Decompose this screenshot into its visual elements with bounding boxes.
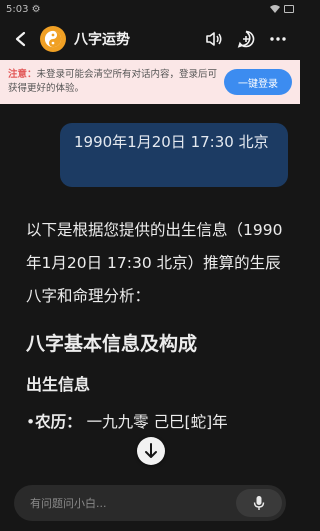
battery-icon (284, 5, 294, 13)
yin-yang-icon (44, 30, 62, 48)
answer-intro: 以下是根据您提供的出生信息（1990年1月20日 17:30 北京）推算的生辰八… (26, 221, 283, 305)
status-bar: 5:03 ⚙ (0, 0, 300, 18)
speaker-button[interactable] (204, 29, 224, 49)
user-message-bubble: 1990年1月20日 17:30 北京 (60, 123, 288, 187)
arrow-down-icon (145, 443, 157, 458)
login-notice: 注意：未登录可能会清空所有对话内容，登录后可获得更好的体验。 一键登录 (0, 60, 300, 104)
app-avatar (40, 26, 66, 52)
status-icons (270, 5, 294, 13)
new-chat-button[interactable] (236, 29, 256, 49)
message-input-box (14, 485, 286, 521)
voice-input-button[interactable] (236, 489, 282, 517)
notice-text: 注意：未登录可能会清空所有对话内容，登录后可获得更好的体验。 (8, 68, 224, 96)
bullet-dot: • (26, 413, 36, 431)
one-click-login-button[interactable]: 一键登录 (224, 69, 292, 95)
bullet-value: 一九九零 己巳[蛇]年 (86, 413, 228, 431)
header: 八字运势 (0, 20, 300, 58)
header-actions (204, 29, 292, 49)
scroll-to-bottom-button[interactable] (137, 437, 165, 465)
status-time: 5:03 ⚙ (6, 3, 41, 15)
back-arrow-icon (15, 31, 26, 47)
section-heading: 八字基本信息及构成 (26, 333, 198, 355)
page-title: 八字运势 (74, 32, 130, 48)
wifi-icon (270, 5, 280, 13)
assistant-message: 以下是根据您提供的出生信息（1990年1月20日 17:30 北京）推算的生辰八… (26, 214, 288, 434)
sub-heading: 出生信息 (26, 375, 91, 394)
notice-label: 注意： (8, 69, 37, 80)
microphone-icon (253, 496, 265, 510)
message-input[interactable] (30, 496, 236, 510)
add-chat-icon (237, 30, 255, 48)
back-button[interactable] (8, 26, 34, 52)
bullet-label: 农历： (35, 413, 82, 431)
notice-message: 未登录可能会清空所有对话内容，登录后可获得更好的体验。 (8, 69, 218, 94)
speaker-icon (206, 32, 222, 46)
more-icon (270, 37, 286, 41)
list-item: •农历： 一九九零 己巳[蛇]年 (26, 410, 288, 434)
more-button[interactable] (268, 29, 288, 49)
input-area (0, 474, 300, 531)
